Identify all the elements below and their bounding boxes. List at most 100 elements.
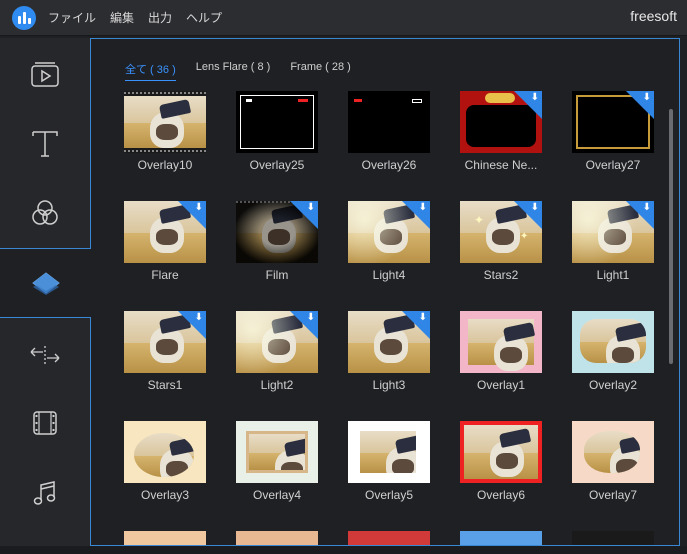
overlay-thumbnail[interactable]: ⬇ [236, 201, 318, 263]
tab-lens-flare[interactable]: Lens Flare ( 8 ) [196, 61, 271, 81]
overlay-tile[interactable]: Overlay2 [572, 311, 654, 392]
app-logo-icon [12, 5, 36, 30]
sidebar-item-filters[interactable] [0, 178, 90, 248]
tab-all[interactable]: 全て ( 36 ) [125, 61, 176, 81]
overlay-tile[interactable]: ✦ ✦ ⬇ Stars2 [460, 201, 542, 282]
play-box-icon [31, 62, 59, 87]
sidebar-item-transitions[interactable] [0, 320, 90, 390]
overlay-thumbnail[interactable]: ✦ ✦ ⬇ [460, 201, 542, 263]
overlay-tile[interactable]: ⬇ Light2 [236, 311, 318, 392]
download-arrow-icon[interactable]: ⬇ [195, 313, 203, 323]
film-strip-icon [33, 411, 57, 435]
overlay-tile-partial[interactable] [124, 531, 206, 545]
overlay-label: Overlay2 [588, 378, 638, 392]
overlay-tile[interactable]: Overlay4 [236, 421, 318, 502]
sidebar-item-text[interactable] [0, 108, 90, 178]
sidebar-item-elements[interactable] [0, 388, 90, 458]
download-arrow-icon[interactable]: ⬇ [419, 203, 427, 213]
overlay-thumbnail[interactable]: ⬇ [348, 201, 430, 263]
menu-edit[interactable]: 編集 [110, 9, 134, 26]
sidebar [0, 38, 91, 554]
overlay-label: Light2 [260, 378, 294, 392]
overlay-tile[interactable]: ⬇ Stars1 [124, 311, 206, 392]
overlay-label: Overlay3 [140, 488, 190, 502]
overlay-tile[interactable]: ⬇ Light4 [348, 201, 430, 282]
overlay-tile[interactable]: Overlay26 [348, 91, 430, 172]
menu-file[interactable]: ファイル [48, 9, 96, 26]
overlay-tile[interactable]: ⬇ Chinese Ne... [460, 91, 542, 172]
overlay-library-panel: 全て ( 36 ) Lens Flare ( 8 ) Frame ( 28 ) … [90, 38, 680, 546]
download-arrow-icon[interactable]: ⬇ [531, 203, 539, 213]
overlay-thumbnail[interactable] [460, 311, 542, 373]
download-arrow-icon[interactable]: ⬇ [643, 203, 651, 213]
overlay-label: Overlay4 [252, 488, 302, 502]
overlay-label: Overlay27 [585, 158, 641, 172]
overlay-tile[interactable]: Overlay6 [460, 421, 542, 502]
overlay-label: Stars2 [483, 268, 519, 282]
overlay-tile[interactable]: Overlay10 [124, 91, 206, 172]
overlay-label: Overlay1 [476, 378, 526, 392]
menu-output[interactable]: 出力 [148, 9, 172, 26]
overlay-thumbnail[interactable]: ⬇ [124, 201, 206, 263]
transition-arrows-icon [30, 346, 60, 364]
overlay-tile-partial[interactable] [236, 531, 318, 545]
menu-help[interactable]: ヘルプ [186, 9, 222, 26]
overlay-label: Film [265, 268, 289, 282]
overlay-tile-partial[interactable] [348, 531, 430, 545]
overlay-thumbnail[interactable]: ⬇ [236, 311, 318, 373]
overlay-thumbnail[interactable] [460, 421, 542, 483]
sidebar-item-music[interactable] [0, 458, 90, 528]
overlay-thumbnail[interactable]: ⬇ [460, 91, 542, 153]
overlay-label: Overlay7 [588, 488, 638, 502]
download-arrow-icon[interactable]: ⬇ [307, 313, 315, 323]
download-arrow-icon[interactable]: ⬇ [531, 93, 539, 103]
overlay-thumbnail[interactable] [572, 311, 654, 373]
download-arrow-icon[interactable]: ⬇ [643, 93, 651, 103]
app-window: ファイル 編集 出力 ヘルプ freesoft 全て ( 36 ) Lens F… [0, 0, 687, 554]
overlay-thumbnail[interactable] [124, 421, 206, 483]
overlay-label: Overlay25 [249, 158, 305, 172]
overlay-label: Chinese Ne... [464, 158, 538, 172]
overlay-tile[interactable]: ⬇ Light3 [348, 311, 430, 392]
overlay-tile[interactable]: Overlay7 [572, 421, 654, 502]
download-arrow-icon[interactable]: ⬇ [307, 203, 315, 213]
filter-circles-icon [32, 200, 58, 225]
overlay-thumbnail[interactable]: ⬇ [572, 91, 654, 153]
download-arrow-icon[interactable]: ⬇ [195, 203, 203, 213]
tab-frame[interactable]: Frame ( 28 ) [290, 61, 351, 81]
overlay-tile-partial[interactable] [572, 531, 654, 545]
overlay-thumbnail[interactable]: ⬇ [572, 201, 654, 263]
text-t-icon [32, 131, 58, 157]
overlay-tile[interactable]: ⬇ Light1 [572, 201, 654, 282]
sidebar-item-overlays[interactable] [0, 248, 91, 318]
overlay-tile[interactable]: Overlay25 [236, 91, 318, 172]
overlay-tile[interactable]: ⬇ Film [236, 201, 318, 282]
layers-diamond-icon [31, 272, 60, 295]
sidebar-item-media[interactable] [0, 40, 90, 110]
overlay-tile[interactable]: Overlay5 [348, 421, 430, 502]
overlay-tile[interactable]: ⬇ Flare [124, 201, 206, 282]
overlay-label: Overlay5 [364, 488, 414, 502]
overlay-thumbnail[interactable]: ⬇ [124, 311, 206, 373]
overlay-thumbnail[interactable] [348, 91, 430, 153]
menubar: ファイル 編集 出力 ヘルプ freesoft [0, 0, 687, 36]
overlay-thumbnail[interactable] [236, 421, 318, 483]
overlay-label: Flare [151, 268, 179, 282]
overlay-thumbnail[interactable] [348, 421, 430, 483]
overlay-tile-partial[interactable] [460, 531, 542, 545]
overlay-tile[interactable]: Overlay3 [124, 421, 206, 502]
brand-label: freesoft [630, 8, 677, 24]
overlay-tile[interactable]: ⬇ Overlay27 [572, 91, 654, 172]
overlay-label: Overlay10 [137, 158, 193, 172]
overlay-thumbnail[interactable] [124, 91, 206, 153]
music-note-icon [33, 481, 56, 505]
overlay-thumbnail[interactable] [572, 421, 654, 483]
overlay-label: Overlay26 [361, 158, 417, 172]
overlay-label: Light3 [372, 378, 406, 392]
category-tabs: 全て ( 36 ) Lens Flare ( 8 ) Frame ( 28 ) [125, 61, 371, 81]
download-arrow-icon[interactable]: ⬇ [419, 313, 427, 323]
overlay-thumbnail[interactable] [236, 91, 318, 153]
overlay-thumbnail[interactable]: ⬇ [348, 311, 430, 373]
scrollbar-thumb[interactable] [669, 109, 673, 364]
overlay-tile[interactable]: Overlay1 [460, 311, 542, 392]
